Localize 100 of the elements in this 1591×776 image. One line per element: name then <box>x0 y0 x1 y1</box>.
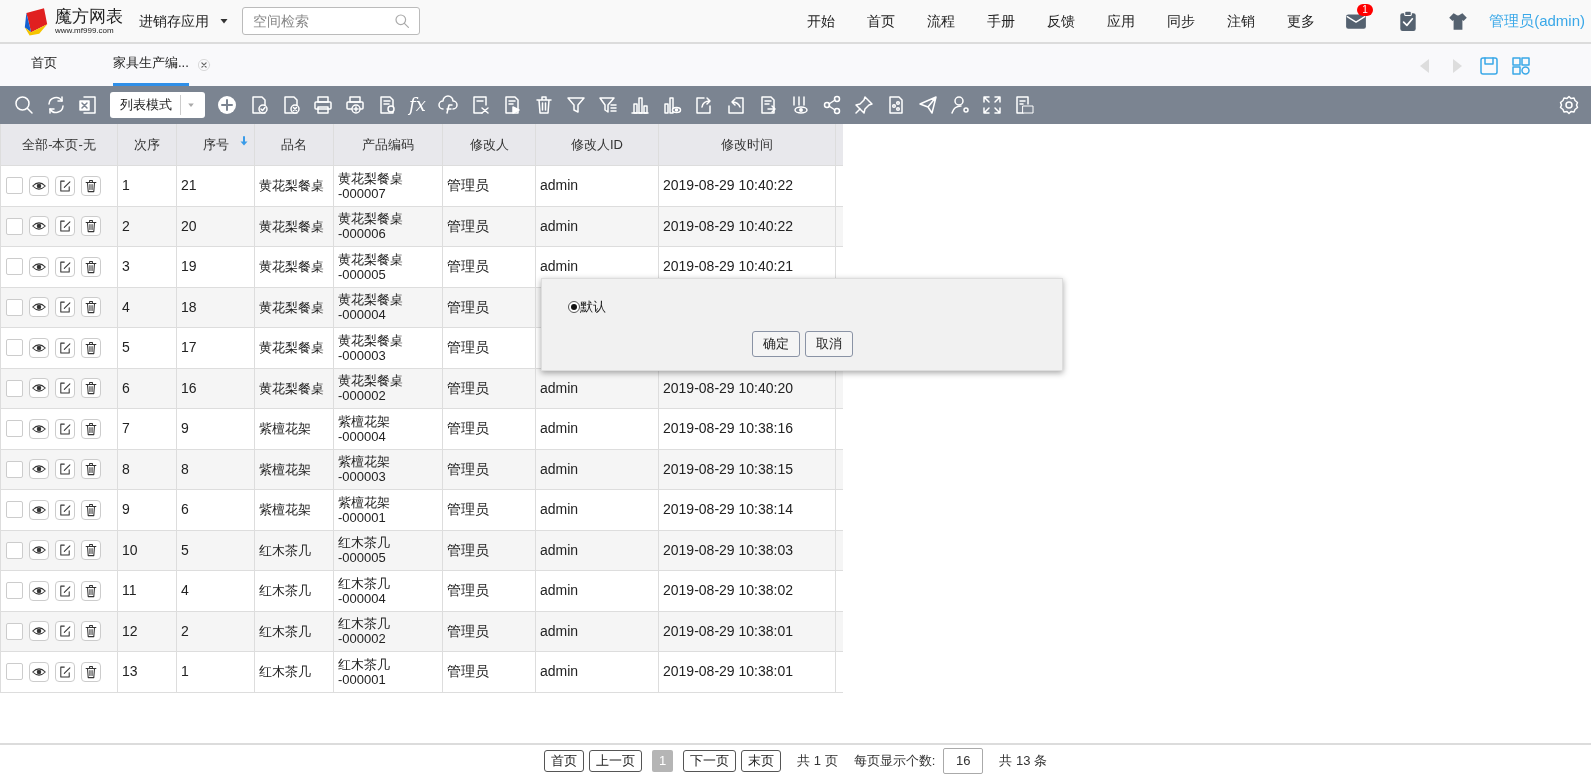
edit-button[interactable] <box>55 418 75 439</box>
document-check-icon[interactable] <box>249 95 269 115</box>
dialog-button[interactable]: 确定 <box>751 330 800 357</box>
search-field[interactable]: 空间检索 <box>242 7 420 35</box>
save-icon[interactable] <box>1479 56 1499 76</box>
delete-button[interactable] <box>81 661 101 682</box>
spreadsheet-icon[interactable] <box>78 95 98 115</box>
dialog-button[interactable]: 取消 <box>804 330 853 357</box>
edit-button[interactable] <box>55 175 75 196</box>
close-icon[interactable] <box>196 58 211 72</box>
column-header[interactable]: 修改人 <box>443 124 536 165</box>
view-button[interactable] <box>29 216 49 237</box>
nav-link[interactable]: 首页 <box>851 10 912 32</box>
nav-link[interactable]: 流程 <box>911 10 972 32</box>
edit-button[interactable] <box>55 661 75 682</box>
view-mode-select[interactable]: 列表模式 <box>110 92 205 118</box>
document-remove-icon[interactable] <box>281 95 301 115</box>
nav-link[interactable]: 手册 <box>971 10 1032 32</box>
row-checkbox[interactable] <box>6 339 23 357</box>
delete-button[interactable] <box>81 256 101 277</box>
nav-link[interactable]: 更多 <box>1271 10 1332 32</box>
edit-button[interactable] <box>55 216 75 237</box>
edit-button[interactable] <box>55 621 75 642</box>
delete-button[interactable] <box>81 216 101 237</box>
fullscreen-icon[interactable] <box>981 95 1002 115</box>
row-checkbox[interactable] <box>6 663 23 681</box>
user-share-icon[interactable] <box>949 95 970 115</box>
nav-link[interactable]: 开始 <box>791 10 852 32</box>
view-button[interactable] <box>29 175 49 196</box>
row-checkbox[interactable] <box>6 622 23 640</box>
bar-chart-icon[interactable] <box>629 95 650 115</box>
edit-button[interactable] <box>55 580 75 601</box>
view-button[interactable] <box>29 621 49 642</box>
edit-button[interactable] <box>55 459 75 480</box>
sort-down-icon[interactable] <box>239 136 249 146</box>
page-button[interactable]: 首页 <box>544 749 584 772</box>
row-checkbox[interactable] <box>6 420 23 438</box>
page-size-field[interactable]: 16 <box>943 747 984 774</box>
row-checkbox[interactable] <box>6 258 23 276</box>
column-header[interactable]: 产品编码 <box>334 124 443 165</box>
print-add-icon[interactable] <box>345 95 365 115</box>
column-header[interactable]: 品名 <box>255 124 334 165</box>
api-document-icon[interactable] <box>1013 95 1034 115</box>
select-all-links[interactable]: 全部-本页-无 <box>22 134 96 155</box>
view-button[interactable] <box>29 661 49 682</box>
share-icon[interactable] <box>821 95 842 115</box>
column-header[interactable]: 修改人ID <box>536 124 659 165</box>
print-icon[interactable] <box>313 95 333 115</box>
column-header[interactable]: 序号 <box>177 124 255 165</box>
shirt-icon[interactable] <box>1447 10 1470 32</box>
pin-icon[interactable] <box>853 95 874 115</box>
nav-link[interactable]: 同步 <box>1151 10 1212 32</box>
layout-icon[interactable] <box>1511 56 1531 76</box>
view-button[interactable] <box>29 580 49 601</box>
tab[interactable]: 首页 <box>31 44 57 86</box>
refresh-icon[interactable] <box>46 95 66 115</box>
search-icon[interactable] <box>14 95 34 115</box>
edit-button[interactable] <box>55 256 75 277</box>
view-button[interactable] <box>29 378 49 399</box>
radio-option[interactable]: 默认 <box>568 297 606 317</box>
edit-button[interactable] <box>55 337 75 358</box>
page-button[interactable]: 上一页 <box>589 749 642 772</box>
delete-button[interactable] <box>81 499 101 520</box>
send-icon[interactable] <box>917 95 938 115</box>
column-header[interactable]: 次序 <box>118 124 177 165</box>
nav-link[interactable]: 应用 <box>1091 10 1152 32</box>
row-checkbox[interactable] <box>6 177 23 195</box>
delete-button[interactable] <box>81 378 101 399</box>
column-header[interactable]: 修改时间 <box>659 124 836 165</box>
delete-button[interactable] <box>81 459 101 480</box>
view-button[interactable] <box>29 337 49 358</box>
view-button[interactable] <box>29 256 49 277</box>
page-button[interactable]: 下一页 <box>683 749 737 772</box>
page-button[interactable]: 末页 <box>741 749 782 772</box>
cloud-formula-icon[interactable] <box>437 95 458 115</box>
view-button[interactable] <box>29 297 49 318</box>
trash-icon[interactable] <box>533 95 554 115</box>
edit-button[interactable] <box>55 297 75 318</box>
import-icon[interactable] <box>725 95 746 115</box>
bar-chart-view-icon[interactable] <box>661 95 682 115</box>
view-button[interactable] <box>29 418 49 439</box>
search-icon[interactable] <box>394 13 410 29</box>
row-checkbox[interactable] <box>6 582 23 600</box>
row-checkbox[interactable] <box>6 217 23 235</box>
add-icon[interactable] <box>217 95 237 115</box>
document-settings-icon[interactable] <box>377 95 397 115</box>
filter-list-icon[interactable] <box>597 95 618 115</box>
view-button[interactable] <box>29 540 49 561</box>
delete-button[interactable] <box>81 418 101 439</box>
row-checkbox[interactable] <box>6 541 23 559</box>
app-menu[interactable]: 进销存应用 <box>139 10 229 32</box>
nav-link[interactable]: 反馈 <box>1031 10 1092 32</box>
row-checkbox[interactable] <box>6 298 23 316</box>
filter-icon[interactable] <box>565 95 586 115</box>
row-checkbox[interactable] <box>6 501 23 519</box>
formula-button[interactable]: fx <box>409 96 426 114</box>
row-checkbox[interactable] <box>6 460 23 478</box>
radio-button[interactable] <box>568 300 580 313</box>
delete-button[interactable] <box>81 175 101 196</box>
delete-button[interactable] <box>81 297 101 318</box>
